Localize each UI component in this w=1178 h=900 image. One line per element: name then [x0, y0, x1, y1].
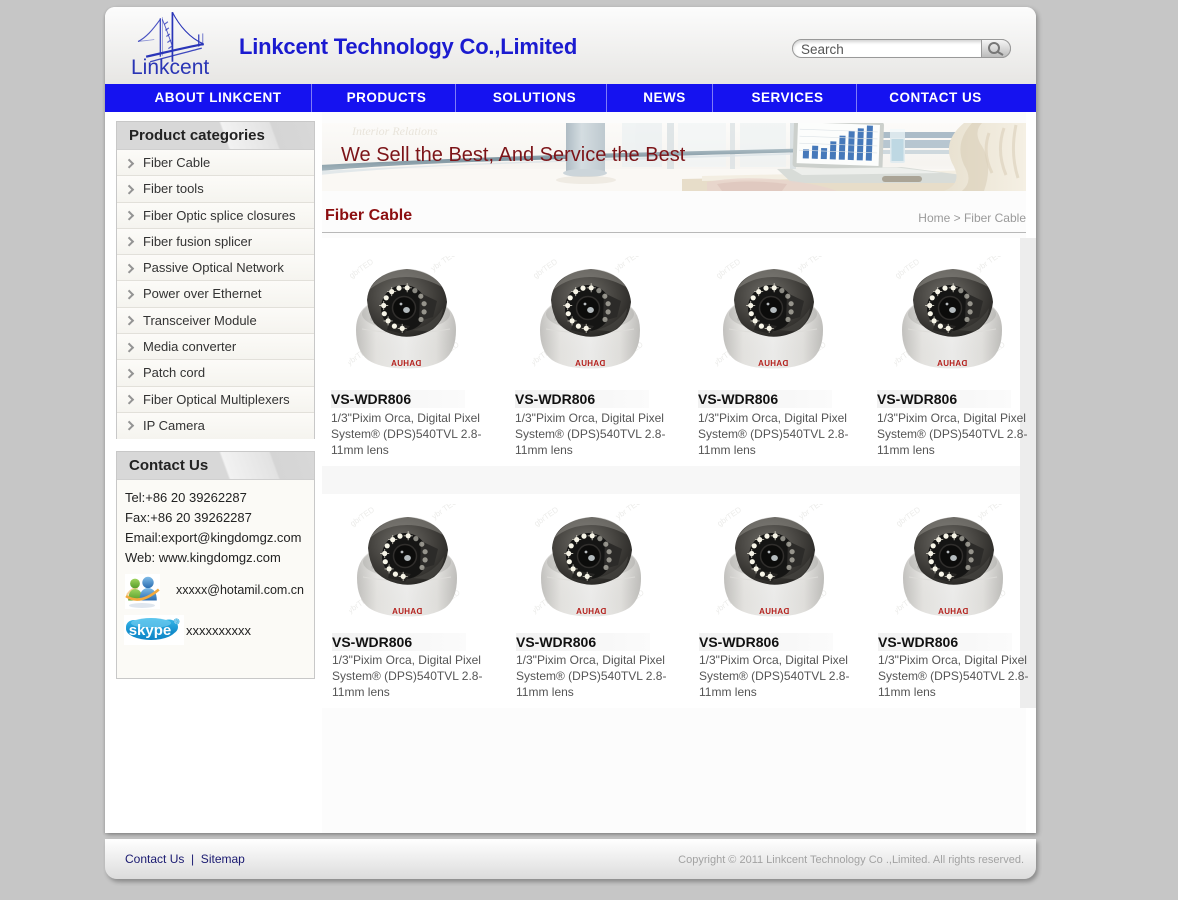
- svg-text:DAHUA: DAHUA: [938, 607, 968, 616]
- svg-text:Interior Relations: Interior Relations: [351, 124, 438, 138]
- svg-text:ybr TEO: ybr TEO: [975, 256, 1004, 273]
- svg-text:skype: skype: [129, 622, 172, 639]
- svg-text:gbrTED: gbrTED: [348, 257, 375, 280]
- svg-text:DAHUA: DAHUA: [391, 359, 421, 368]
- svg-text:gbrTED: gbrTED: [895, 505, 922, 528]
- svg-text:gbrTED: gbrTED: [532, 257, 559, 280]
- svg-text:ybr TEO: ybr TEO: [613, 256, 642, 273]
- svg-text:ybr TEO: ybr TEO: [796, 256, 825, 273]
- svg-text:DAHUA: DAHUA: [937, 359, 967, 368]
- svg-text:ybr TEO: ybr TEO: [976, 504, 1005, 521]
- svg-text:DAHUA: DAHUA: [759, 607, 789, 616]
- svg-text:gbrTED: gbrTED: [715, 257, 742, 280]
- svg-text:DAHUA: DAHUA: [576, 607, 606, 616]
- svg-text:ybr TEO: ybr TEO: [797, 504, 826, 521]
- svg-text:gbrTED: gbrTED: [533, 505, 560, 528]
- svg-text:®: ®: [174, 619, 179, 626]
- svg-text:DAHUA: DAHUA: [575, 359, 605, 368]
- svg-text:gbrTED: gbrTED: [349, 505, 376, 528]
- svg-text:gbrTED: gbrTED: [716, 505, 743, 528]
- svg-text:gbrTED: gbrTED: [894, 257, 921, 280]
- svg-text:ybr TEO: ybr TEO: [429, 256, 458, 273]
- svg-text:ybr TEO: ybr TEO: [430, 504, 459, 521]
- svg-text:DAHUA: DAHUA: [758, 359, 788, 368]
- svg-text:ybr TEO: ybr TEO: [614, 504, 643, 521]
- svg-text:DAHUA: DAHUA: [392, 607, 422, 616]
